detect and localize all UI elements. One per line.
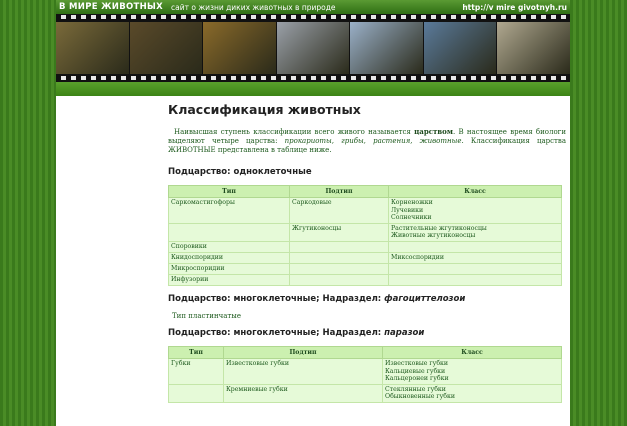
class-name: Известковые губки: [385, 359, 449, 367]
film-holes-bottom: [56, 75, 570, 82]
site-url[interactable]: http://v mire givotnyh.ru: [462, 3, 567, 12]
cell-type: Книдоспоридии: [168, 251, 290, 264]
table-row: Инфузории: [168, 273, 562, 286]
class-name: Растительные жгутиконосцы: [391, 224, 487, 232]
table-header-row: Тип Подтип Класс: [168, 185, 562, 198]
cell-subtype: [289, 262, 389, 275]
cell-subtype: [289, 240, 389, 253]
heading-prefix: Подцарство: многоклеточные; Надраздел:: [168, 293, 385, 304]
class-name: Кальциевые губки: [385, 367, 446, 375]
heading-prefix: Подцарство: многоклеточные; Надраздел:: [168, 327, 385, 338]
cell-class: Миксоспоридии: [388, 251, 562, 264]
unicellular-table: Тип Подтип Класс Саркомастигофоры Саркодо…: [168, 185, 562, 286]
animal-photo-frame: [129, 22, 203, 74]
parazoa-table-body: Губки Известковые губки Известковые губки К…: [168, 357, 562, 403]
intro-bold-kingdom: царством: [414, 127, 453, 136]
cell-class: Растительные жгутиконосцы Животные жгутик…: [388, 222, 562, 242]
col-header-class: Класс: [388, 185, 562, 198]
table-header-row: Тип Подтип Класс: [168, 345, 562, 359]
class-name: Корненожки: [391, 199, 433, 206]
class-name: Обыкновенные губки: [385, 393, 455, 401]
intro-italic-kingdoms: прокариоты, грибы, растения, животные: [284, 137, 462, 145]
cell-class: [388, 273, 562, 286]
film-holes-top: [56, 14, 570, 21]
class-name: Животные жгутиконосцы: [391, 232, 476, 240]
cell-type: Микроспоридии: [168, 262, 290, 275]
heading-italic: фагоциттелозои: [384, 293, 466, 304]
site-name[interactable]: В МИРЕ ЖИВОТНЫХ: [59, 2, 163, 12]
page: В МИРЕ ЖИВОТНЫХ сайт о жизни диких живот…: [56, 0, 571, 426]
nav-band: [56, 82, 570, 96]
intro-text-1: Наивысшая ступень классификации всего жи…: [174, 128, 415, 136]
table-row: Книдоспоридии Миксоспоридии: [168, 251, 562, 264]
class-name: Кальцеронеи губки: [385, 375, 449, 383]
type-placozoa-link[interactable]: Тип пластинчатые: [172, 312, 566, 320]
page-title: Классификация животных: [168, 102, 361, 117]
film-frames: [56, 22, 571, 74]
cell-class: [388, 240, 562, 253]
unicellular-table-body: Саркомастигофоры Саркодовые Корненожки Луче…: [168, 197, 562, 286]
col-header-subtype: Подтип: [223, 345, 383, 359]
cell-subtype: [289, 251, 389, 264]
cell-class: Стеклянные губки Обыкновенные губки: [382, 383, 562, 403]
intro-paragraph: Наивысшая ступень классификации всего жи…: [168, 127, 566, 155]
animal-photo-frame: [423, 22, 497, 74]
cell-type: Споровики: [168, 240, 290, 253]
class-name: Миксоспоридии: [391, 253, 444, 261]
cell-subtype: Жгутиконосцы: [289, 222, 389, 242]
table-row: Саркомастигофоры Саркодовые Корненожки Луче…: [168, 197, 562, 224]
table-row: Микроспоридии: [168, 262, 562, 275]
site-tagline: сайт о жизни диких животных в природе: [171, 2, 336, 12]
animal-photo-frame: [203, 22, 276, 74]
col-header-class: Класс: [382, 345, 562, 359]
col-header-type: Тип: [168, 185, 290, 198]
parazoa-table: Тип Подтип Класс Губки Известковые губки И…: [168, 345, 562, 403]
site-header: В МИРЕ ЖИВОТНЫХ сайт о жизни диких живот…: [56, 0, 570, 14]
table-row: Кремниевые губки Стеклянные губки Обыкнове…: [168, 383, 562, 403]
cell-type: [168, 383, 224, 403]
col-header-subtype: Подтип: [289, 185, 389, 198]
animal-photo-frame: [276, 22, 350, 74]
cell-class: [388, 262, 562, 275]
cell-type: [168, 222, 290, 242]
cell-type: Инфузории: [168, 273, 290, 286]
cell-subtype: Известковые губки: [223, 357, 383, 385]
table-row: Жгутиконосцы Растительные жгутиконосцы Жив…: [168, 222, 562, 242]
cell-subtype: Кремниевые губки: [223, 383, 383, 403]
class-name: Стеклянные губки: [385, 385, 446, 393]
heading-italic: паразои: [384, 327, 425, 338]
main-content: Классификация животных Наивысшая ступень…: [168, 98, 566, 411]
section-heading-parazoa: Подцарство: многоклеточные; Надраздел: п…: [168, 328, 566, 338]
cell-subtype: [289, 273, 389, 286]
animal-photo-frame: [56, 22, 129, 74]
cell-class: Известковые губки Кальциевые губки Кальцер…: [382, 357, 562, 385]
section-heading-unicellular: Подцарство: одноклеточные: [168, 167, 312, 177]
col-header-type: Тип: [168, 345, 224, 359]
animal-photo-frame: [497, 22, 571, 74]
table-row: Споровики: [168, 240, 562, 253]
cell-type: Саркомастигофоры: [168, 197, 290, 224]
cell-subtype: Саркодовые: [289, 197, 389, 224]
cell-type: Губки: [168, 357, 224, 385]
animal-photo-frame: [350, 22, 423, 74]
section-heading-phagocytellozoa: Подцарство: многоклеточные; Надраздел: ф…: [168, 294, 566, 304]
table-row: Губки Известковые губки Известковые губки К…: [168, 357, 562, 385]
animal-filmstrip-banner: [56, 14, 571, 82]
cell-class: Корненожки Лучевики Солнечники: [388, 197, 562, 224]
class-name: Лучевики: [391, 206, 424, 214]
class-name: Солнечники: [391, 214, 432, 222]
